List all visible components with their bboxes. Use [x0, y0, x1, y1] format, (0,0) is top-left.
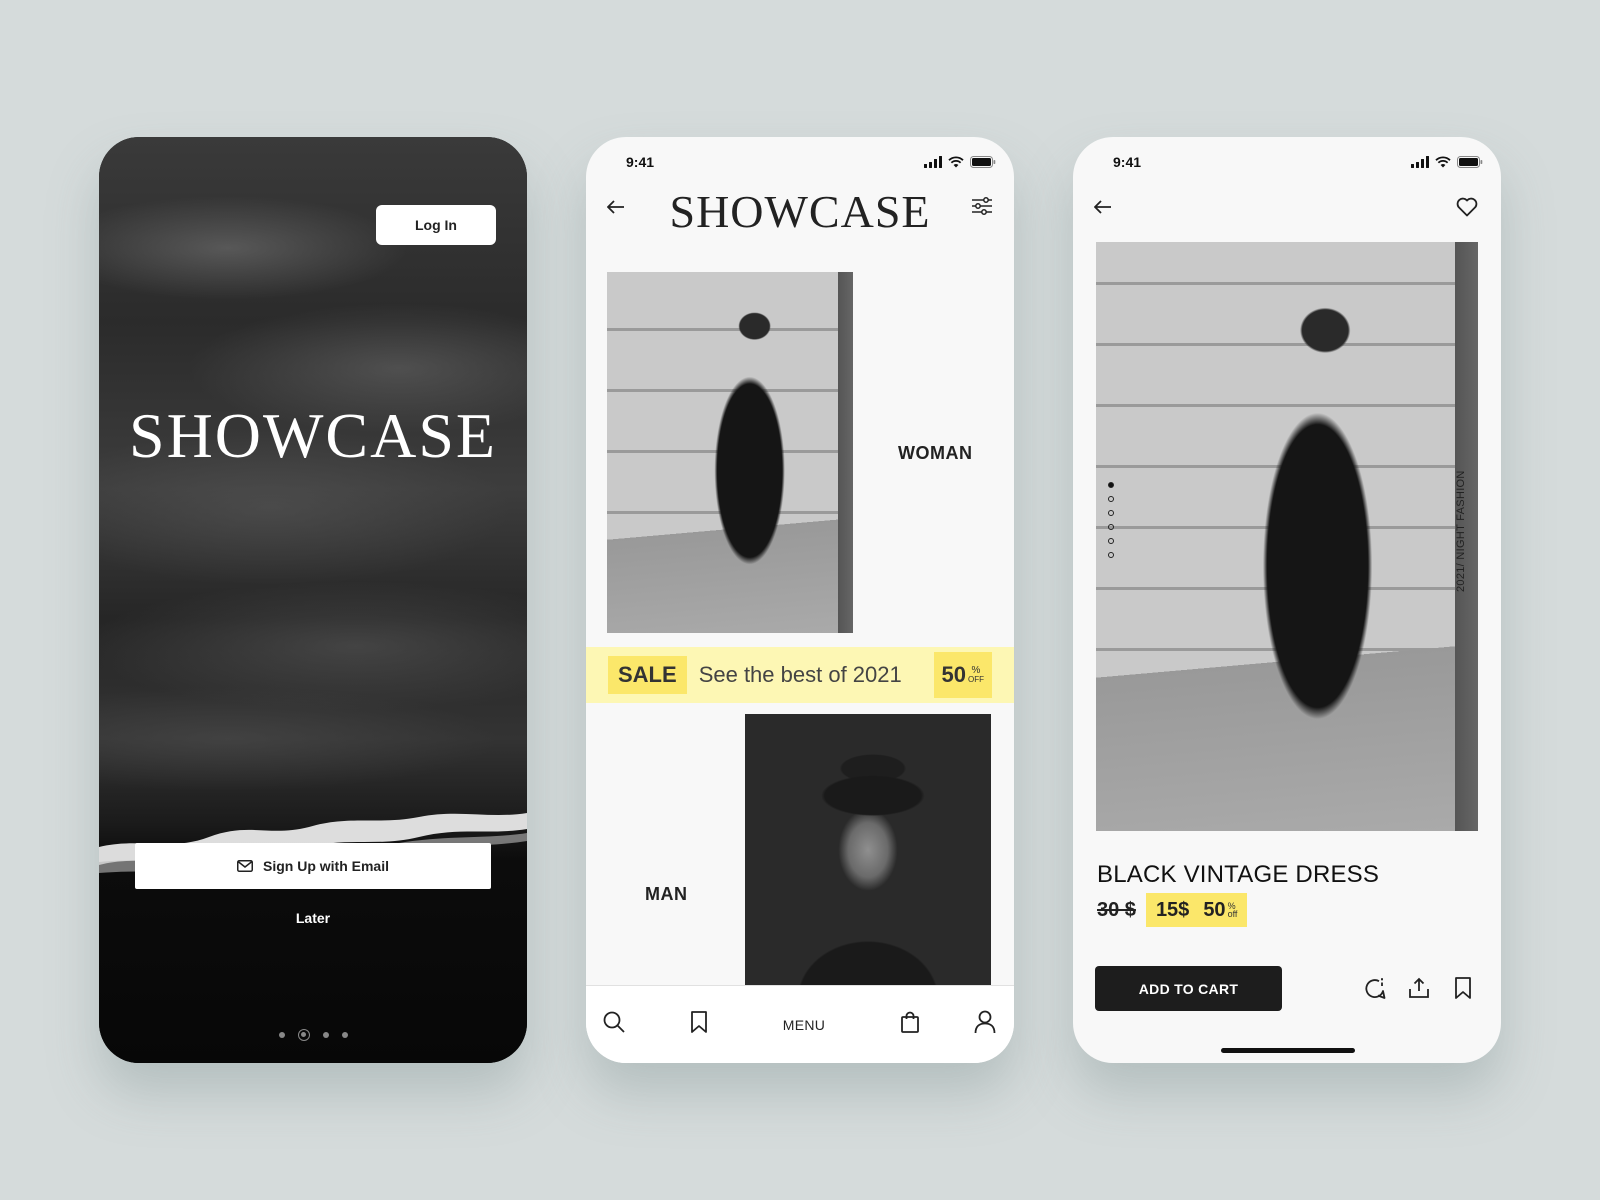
brand-logo-title: SHOWCASE [669, 186, 931, 237]
page-dot-active[interactable] [297, 1029, 310, 1041]
sale-text: See the best of 2021 [698, 662, 902, 687]
sale-price-badge: 15$ 50 % off [1145, 893, 1248, 927]
add-to-cart-button[interactable]: ADD TO CART [1095, 966, 1282, 1011]
page-dot[interactable] [322, 1032, 329, 1038]
gallery-dot[interactable] [1108, 496, 1114, 502]
image-caption: 2021/ NIGHT FASHION [1455, 470, 1467, 592]
bookmark-icon[interactable] [690, 1011, 708, 1038]
price-row: 30 $ 15$ 50 % off [1097, 893, 1248, 927]
onboarding-pagination [99, 1029, 527, 1041]
profile-icon[interactable] [974, 1010, 996, 1039]
battery-icon [970, 156, 996, 168]
category-label-man[interactable]: MAN [645, 884, 688, 905]
heart-icon[interactable] [1455, 195, 1479, 219]
wifi-icon [948, 156, 964, 168]
gallery-pagination [1108, 482, 1114, 558]
catalog-header: SHOWCASE [586, 185, 1014, 237]
signup-label: Sign Up with Email [262, 858, 389, 874]
share-icon[interactable] [1407, 976, 1431, 1000]
gallery-dot-active[interactable] [1108, 482, 1114, 488]
battery-icon [1457, 156, 1483, 168]
man-category-image[interactable] [745, 714, 991, 986]
signal-icon [1411, 156, 1429, 168]
catalog-screen: 9:41 SHOWCASE WOMAN SALE See the best of… [586, 137, 1014, 1063]
woman-category-image[interactable] [607, 272, 853, 633]
discount-value: 50 [1203, 898, 1226, 921]
product-name: BLACK VINTAGE DRESS [1097, 861, 1380, 888]
bookmark-icon[interactable] [1451, 976, 1475, 1000]
status-bar: 9:41 [1113, 154, 1483, 170]
category-label-woman[interactable]: WOMAN [898, 443, 972, 464]
login-button[interactable]: Log In [376, 205, 496, 245]
status-time: 9:41 [626, 154, 655, 170]
bottom-tab-bar: MENU [586, 985, 1014, 1063]
product-detail-screen: 9:41 2021/ NIGHT FASHION BLACK VINTAGE D… [1073, 137, 1501, 1063]
gallery-dot[interactable] [1108, 524, 1114, 530]
mail-icon [236, 860, 253, 872]
discount-badge: 50 % OFF [933, 652, 992, 698]
home-indicator[interactable] [1221, 1048, 1355, 1053]
status-time: 9:41 [1113, 154, 1142, 170]
filter-sliders-icon[interactable] [970, 194, 994, 218]
product-image[interactable] [1096, 242, 1478, 831]
search-icon[interactable] [602, 1010, 626, 1039]
chat-info-icon[interactable] [1363, 977, 1387, 1001]
gallery-dot[interactable] [1108, 510, 1114, 516]
discount-value: 50 [941, 662, 966, 687]
brand-logo-title: SHOWCASE [128, 400, 498, 471]
page-dot[interactable] [341, 1032, 348, 1038]
gallery-dot[interactable] [1108, 552, 1114, 558]
signup-email-button[interactable]: Sign Up with Email [135, 843, 491, 889]
menu-tab[interactable]: MENU [783, 1017, 825, 1033]
sale-banner[interactable]: SALE See the best of 2021 50 % OFF [586, 647, 1014, 703]
gallery-dot[interactable] [1108, 538, 1114, 544]
discount-percent-sign: % [971, 665, 981, 676]
discount-off-label: off [1227, 909, 1238, 919]
wifi-icon [1435, 156, 1451, 168]
old-price: 30 $ [1097, 898, 1136, 921]
new-price: 15$ [1155, 898, 1190, 921]
discount-off-label: OFF [968, 675, 984, 684]
onboarding-screen: Log In SHOWCASE Sign Up with Email Later [99, 137, 527, 1063]
status-bar: 9:41 [626, 154, 996, 170]
sale-tag: SALE [608, 656, 687, 694]
shopping-bag-icon[interactable] [900, 1011, 920, 1038]
page-dot[interactable] [278, 1032, 285, 1038]
signal-icon [924, 156, 942, 168]
later-link[interactable]: Later [99, 910, 527, 926]
back-arrow-icon[interactable] [1091, 195, 1115, 219]
